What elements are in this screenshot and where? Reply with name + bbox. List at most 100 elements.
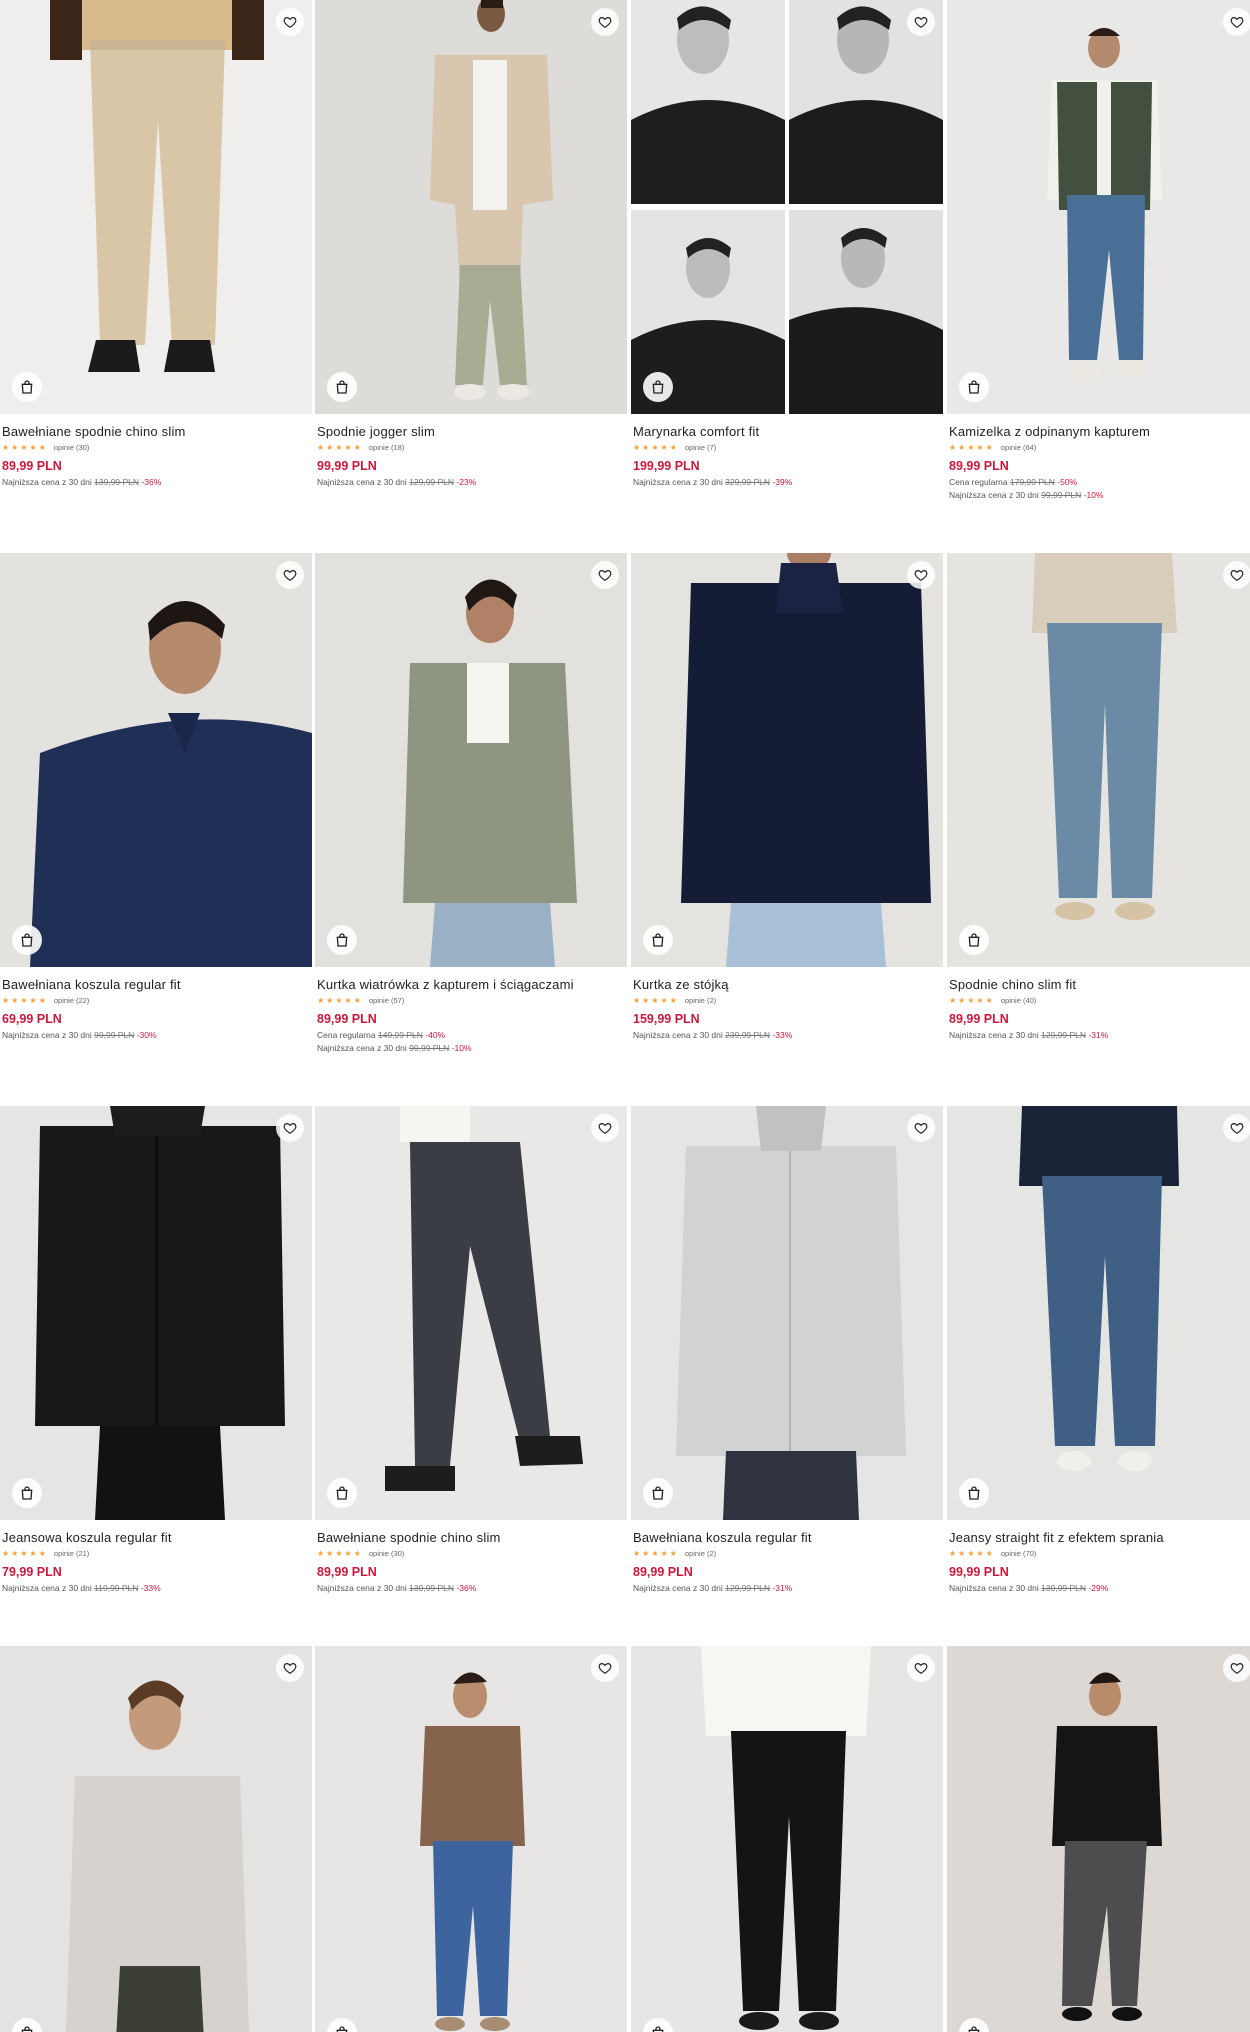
discount-percent: -50%	[1057, 477, 1078, 487]
product-image[interactable]	[315, 0, 627, 414]
product-info: Marynarka comfort fit ★★★★★ opinie (7) 1…	[633, 423, 941, 488]
product-image[interactable]	[315, 553, 627, 967]
discount-percent: -39%	[772, 477, 793, 487]
shopping-bag-icon	[652, 933, 664, 947]
review-count[interactable]: opinie (70)	[1001, 1549, 1036, 1559]
product-photo	[315, 1646, 627, 2032]
product-image[interactable]	[631, 553, 943, 967]
add-to-wishlist-button[interactable]	[1223, 561, 1250, 589]
old-price: 139,99 PLN	[94, 477, 140, 487]
review-count[interactable]: opinie (18)	[369, 443, 404, 453]
product-image[interactable]	[0, 553, 312, 967]
lowest-price-note: Najniższa cena z 30 dni 119,99 PLN -33%	[2, 1583, 310, 1594]
add-to-cart-button[interactable]	[643, 372, 673, 402]
add-to-cart-button[interactable]	[959, 1478, 989, 1508]
product-name[interactable]: Bawełniana koszula regular fit	[2, 976, 310, 993]
add-to-cart-button[interactable]	[959, 925, 989, 955]
price-note-label: Najniższa cena z 30 dni	[633, 477, 723, 487]
add-to-wishlist-button[interactable]	[276, 1114, 304, 1142]
product-image[interactable]	[0, 1106, 312, 1520]
add-to-wishlist-button[interactable]	[276, 8, 304, 36]
review-count[interactable]: opinie (30)	[54, 443, 89, 453]
product-name[interactable]: Kamizelka z odpinanym kapturem	[949, 423, 1250, 440]
product-name[interactable]: Bawełniane spodnie chino slim	[317, 1529, 625, 1546]
review-count[interactable]: opinie (2)	[685, 996, 716, 1006]
shopping-bag-icon	[968, 1486, 980, 1500]
add-to-cart-button[interactable]	[327, 372, 357, 402]
add-to-wishlist-button[interactable]	[907, 1114, 935, 1142]
price-note-label: Najniższa cena z 30 dni	[317, 1043, 407, 1053]
discount-percent: -10%	[451, 1043, 472, 1053]
product-price: 89,99 PLN	[949, 459, 1009, 473]
old-price: 119,99 PLN	[94, 1583, 139, 1593]
product-image[interactable]	[947, 1106, 1250, 1520]
product-image[interactable]	[631, 0, 943, 414]
add-to-wishlist-button[interactable]	[591, 1654, 619, 1682]
product-name[interactable]: Bawełniana koszula regular fit	[633, 1529, 941, 1546]
product-info: Jeansy straight fit z efektem sprania ★★…	[949, 1529, 1250, 1594]
review-count[interactable]: opinie (22)	[54, 996, 89, 1006]
add-to-wishlist-button[interactable]	[1223, 1114, 1250, 1142]
review-count[interactable]: opinie (40)	[1001, 996, 1036, 1006]
product-name[interactable]: Kurtka ze stójką	[633, 976, 941, 993]
review-count[interactable]: opinie (64)	[1001, 443, 1036, 453]
add-to-wishlist-button[interactable]	[1223, 8, 1250, 36]
product-rating: ★★★★★ opinie (70)	[949, 1548, 1250, 1560]
add-to-wishlist-button[interactable]	[907, 8, 935, 36]
add-to-wishlist-button[interactable]	[591, 8, 619, 36]
review-count[interactable]: opinie (2)	[685, 1549, 716, 1559]
product-info: Bawełniana koszula regular fit ★★★★★ opi…	[2, 976, 310, 1041]
product-name[interactable]: Kurtka wiatrówka z kapturem i ściągaczam…	[317, 976, 625, 993]
add-to-wishlist-button[interactable]	[591, 561, 619, 589]
price-note-label: Najniższa cena z 30 dni	[949, 490, 1039, 500]
price-note-label: Najniższa cena z 30 dni	[949, 1030, 1039, 1040]
add-to-cart-button[interactable]	[327, 1478, 357, 1508]
add-to-wishlist-button[interactable]	[276, 1654, 304, 1682]
add-to-wishlist-button[interactable]	[591, 1114, 619, 1142]
product-name[interactable]: Jeansy straight fit z efektem sprania	[949, 1529, 1250, 1546]
shopping-bag-icon	[968, 380, 980, 394]
discount-percent: -40%	[425, 1030, 446, 1040]
product-image[interactable]	[631, 1106, 943, 1520]
product-image[interactable]	[0, 0, 312, 414]
product-image[interactable]	[631, 1646, 943, 2032]
add-to-cart-button[interactable]	[959, 372, 989, 402]
price-note-label: Cena regularna	[317, 1030, 376, 1040]
product-image[interactable]	[947, 0, 1250, 414]
review-count[interactable]: opinie (7)	[685, 443, 716, 453]
rating-stars: ★★★★★	[317, 996, 363, 1005]
product-photo	[631, 1106, 943, 1520]
product-photo	[0, 1106, 312, 1520]
add-to-cart-button[interactable]	[643, 925, 673, 955]
add-to-wishlist-button[interactable]	[907, 561, 935, 589]
product-name[interactable]: Spodnie jogger slim	[317, 423, 625, 440]
review-count[interactable]: opinie (30)	[369, 1549, 404, 1559]
product-image[interactable]	[315, 1106, 627, 1520]
review-count[interactable]: opinie (21)	[54, 1549, 89, 1559]
product-image[interactable]	[947, 553, 1250, 967]
price-note-label: Najniższa cena z 30 dni	[317, 477, 407, 487]
add-to-cart-button[interactable]	[327, 925, 357, 955]
product-photo	[631, 1646, 943, 2032]
add-to-cart-button[interactable]	[12, 1478, 42, 1508]
product-name[interactable]: Bawełniane spodnie chino slim	[2, 423, 310, 440]
add-to-cart-button[interactable]	[12, 925, 42, 955]
product-name[interactable]: Jeansowa koszula regular fit	[2, 1529, 310, 1546]
add-to-wishlist-button[interactable]	[907, 1654, 935, 1682]
product-photo	[0, 1646, 312, 2032]
product-name[interactable]: Spodnie chino slim fit	[949, 976, 1250, 993]
shopping-bag-icon	[336, 2026, 348, 2032]
add-to-wishlist-button[interactable]	[1223, 1654, 1250, 1682]
add-to-cart-button[interactable]	[643, 1478, 673, 1508]
rating-stars: ★★★★★	[2, 443, 48, 452]
product-image[interactable]	[947, 1646, 1250, 2032]
review-count[interactable]: opinie (57)	[369, 996, 404, 1006]
add-to-cart-button[interactable]	[12, 372, 42, 402]
product-name[interactable]: Marynarka comfort fit	[633, 423, 941, 440]
product-image[interactable]	[315, 1646, 627, 2032]
product-image[interactable]	[0, 1646, 312, 2032]
product-photo	[0, 0, 312, 414]
add-to-wishlist-button[interactable]	[276, 561, 304, 589]
shopping-bag-icon	[21, 2026, 33, 2032]
product-rating: ★★★★★ opinie (2)	[633, 995, 941, 1007]
